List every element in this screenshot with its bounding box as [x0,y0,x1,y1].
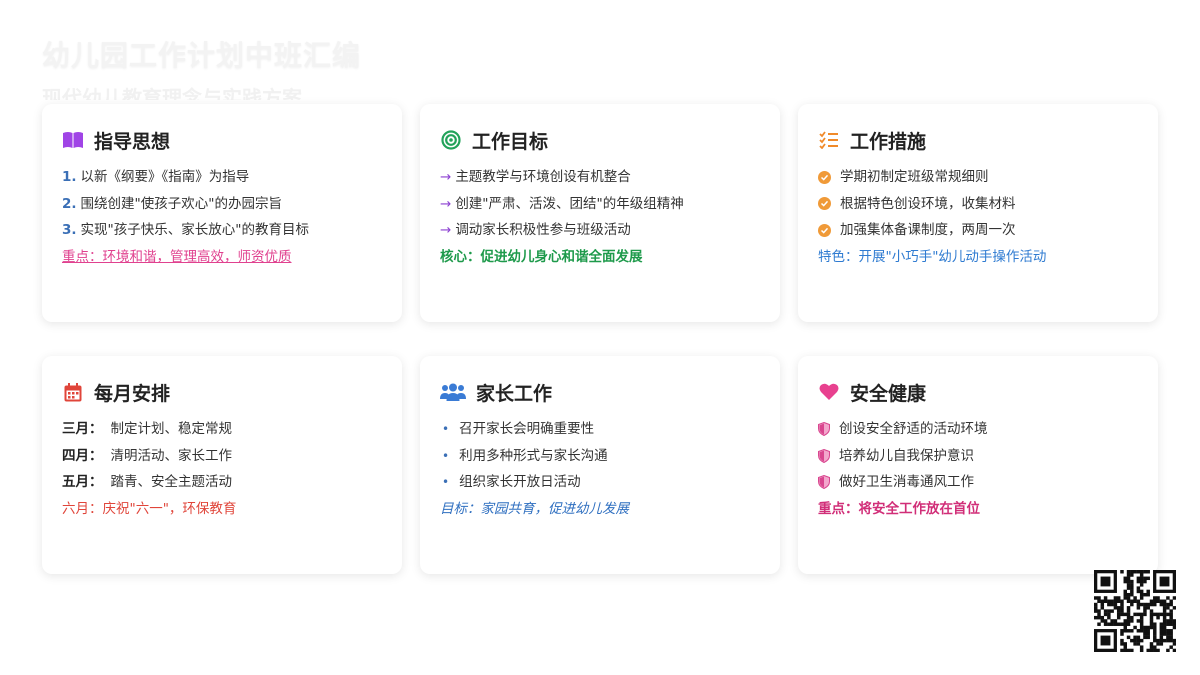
check-circle-icon [818,197,831,211]
heart-icon [818,381,840,403]
book-icon [62,129,84,151]
card-note: 目标：家园共育，促进幼儿发展 [440,500,629,517]
users-icon [440,381,466,403]
card-note: 重点：环境和谐，管理高效，师资优质 [62,248,292,265]
card-safety-health: 安全健康 创设安全舒适的活动环境 培养幼儿自我保护意识 做好卫生消毒通风工作 重… [798,356,1158,574]
list-item: • 利用多种形式与家长沟通 [440,443,760,470]
card-note: 特色：开展"小巧手"幼儿动手操作活动 [818,248,1047,265]
card-title: 每月安排 [94,382,171,405]
checklist-icon [818,129,840,151]
list-item: 三月： 制定计划、稳定常规 [62,421,232,437]
list-item: • 组织家长开放日活动 [440,469,760,496]
shield-icon [818,475,830,490]
card-title: 家长工作 [476,382,553,405]
list-item: → 主题教学与环境创设有机整合 [440,164,760,191]
card-work-measures: 工作措施 学期初制定班级常规细则 根据特色创设环境，收集材料 加强集体备课制度，… [798,104,1158,322]
check-circle-icon [818,223,831,237]
card-title: 工作目标 [472,130,549,153]
target-icon [440,129,462,151]
shield-icon [818,422,830,437]
bullet-icon: • [442,422,450,436]
shield-icon [818,448,830,463]
list-item: 根据特色创设环境，收集材料 [818,191,1138,218]
calendar-icon [62,381,84,403]
qr-code [1094,570,1177,653]
card-title: 安全健康 [850,382,927,405]
list-item: 五月： 踏青、安全主题活动 [62,474,232,490]
card-parent-work: 家长工作 • 召开家长会明确重要性 • 利用多种形式与家长沟通 • 组织家长开放日活动… [420,356,780,574]
page-subtitle: 现代幼儿教育理念与实践方案 [42,86,302,100]
arrow-right-icon: → [440,195,452,212]
list-item: 3. 实现"孩子快乐、家长放心"的教育目标 [62,222,309,238]
card-work-goals: 工作目标 → 主题教学与环境创设有机整合 → 创建"严肃、活泼、团结"的年级组精神 … [420,104,780,322]
list-item: 四月： 清明活动、家长工作 [62,447,232,464]
card-title: 指导思想 [94,130,171,153]
card-guiding-ideology: 指导思想 1. 以新《纲要》《指南》为指导 2. 围绕创建"使孩子欢心"的办园宗旨 … [42,104,402,322]
list-item: • 召开家长会明确重要性 [440,416,760,443]
bullet-icon: • [442,475,450,489]
list-item: → 创建"严肃、活泼、团结"的年级组精神 [440,191,760,218]
list-item: 创设安全舒适的活动环境 [818,416,1138,443]
card-note: 核心：促进幼儿身心和谐全面发展 [440,248,643,265]
page-header: 幼儿园工作计划中班汇编 现代幼儿教育理念与实践方案 [42,34,361,100]
card-note: 重点：将安全工作放在首位 [818,500,980,517]
list-item: 加强集体备课制度，两周一次 [818,217,1138,244]
page-title: 幼儿园工作计划中班汇编 [42,39,362,72]
list-item: 学期初制定班级常规细则 [818,164,1138,191]
bullet-icon: • [442,448,450,463]
check-circle-icon [818,170,831,184]
card-monthly-plan: 每月安排 三月： 制定计划、稳定常规 四月： 清明活动、家长工作 五月： 踏青、安全主… [42,356,402,574]
list-item: 做好卫生消毒通风工作 [818,469,1138,496]
list-item: → 调动家长积极性参与班级活动 [440,217,760,244]
arrow-right-icon: → [440,169,452,185]
list-item: 1. 以新《纲要》《指南》为指导 [62,169,250,185]
arrow-right-icon: → [440,222,452,238]
card-title: 工作措施 [850,130,927,153]
card-note: 六月：庆祝"六一"，环保教育 [62,500,237,517]
list-item: 2. 围绕创建"使孩子欢心"的办园宗旨 [62,195,282,212]
list-item: 培养幼儿自我保护意识 [818,443,1138,470]
